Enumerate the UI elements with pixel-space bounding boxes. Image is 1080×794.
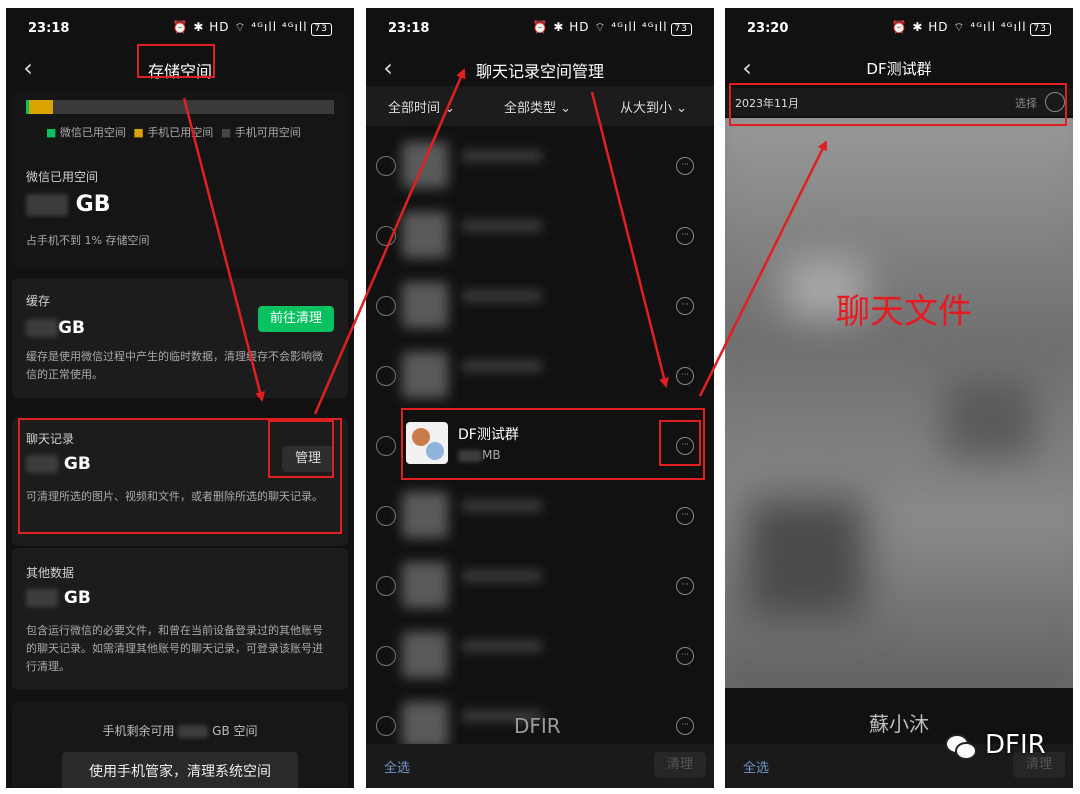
arrow-page-to-row — [590, 91, 669, 388]
arrow-manage-to-page — [313, 68, 466, 415]
arrow-title-to-cache — [182, 97, 265, 402]
annotation-arrows — [182, 68, 828, 415]
arrow-row-to-files — [698, 140, 828, 397]
